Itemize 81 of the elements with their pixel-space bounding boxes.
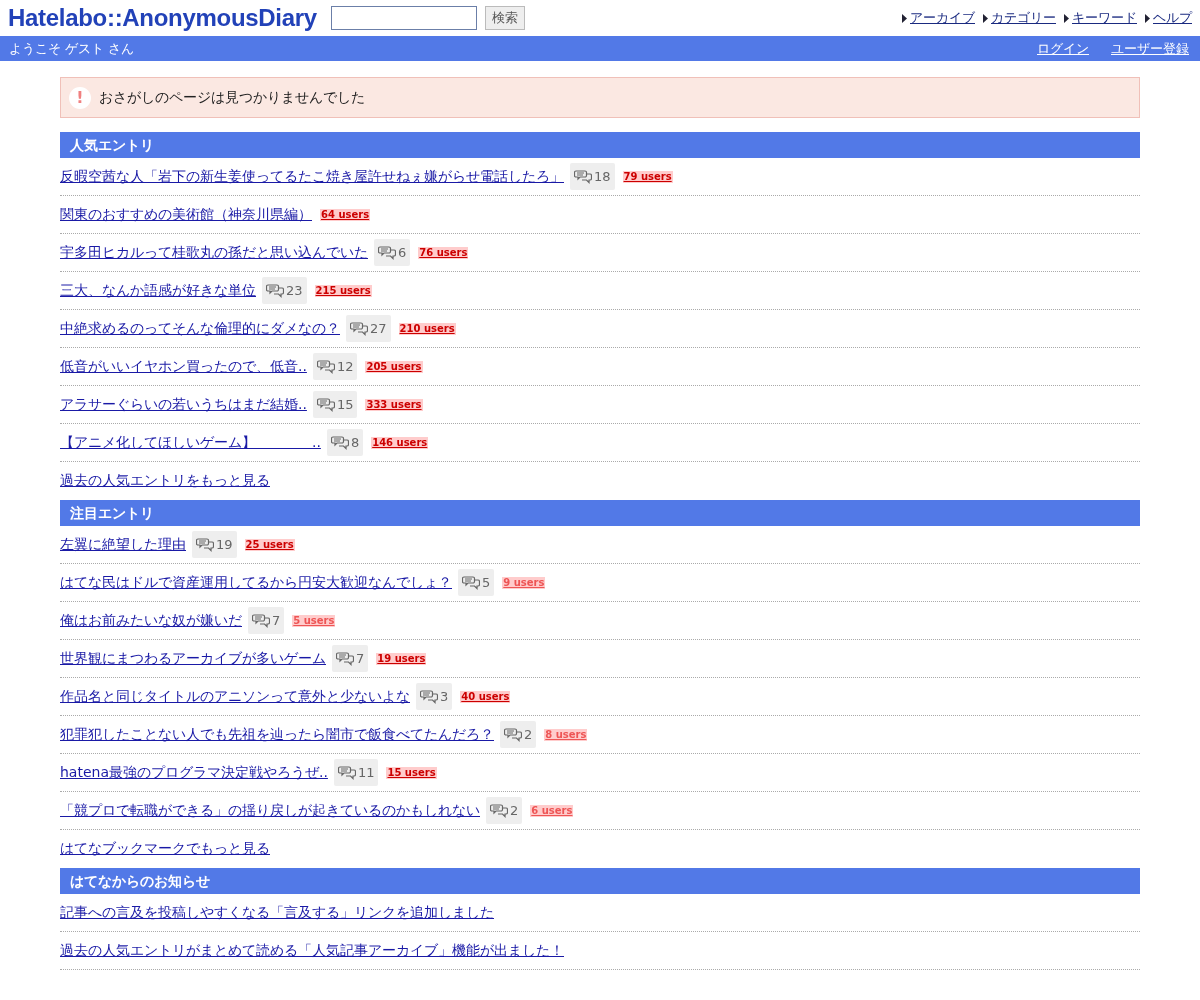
comment-count[interactable]: 2 (486, 796, 523, 825)
more-link[interactable]: はてなブックマークでもっと見る (60, 837, 270, 859)
entry-link[interactable]: 作品名と同じタイトルのアニソンって意外と少ないよな (60, 686, 410, 707)
bookmark-users-count[interactable]: 215 users (314, 284, 372, 297)
entry-link[interactable]: 三大、なんか語感が好きな単位 (60, 280, 256, 301)
chevron-icon (1145, 13, 1151, 23)
alert-message: おさがしのページは見つかりませんでした (99, 88, 365, 107)
bookmark-users-count[interactable]: 15 users (386, 766, 437, 779)
comment-count[interactable]: 2 (500, 720, 537, 749)
comment-count[interactable]: 8 (326, 428, 364, 457)
speech-bubbles-icon (504, 727, 522, 742)
section-header: 注目エントリ (60, 500, 1140, 526)
exclamation-icon: ! (69, 86, 91, 109)
entry-link[interactable]: 俺はお前みたいな奴が嫌いだ (60, 610, 242, 631)
entry-link[interactable]: 記事への言及を投稿しやすくなる「言及する」リンクを追加しました (60, 902, 494, 923)
more-link[interactable]: 過去の人気エントリをもっと見る (60, 469, 270, 491)
speech-bubbles-icon (316, 359, 335, 374)
account-link[interactable]: ユーザー登録 (1111, 38, 1189, 59)
chevron-icon (902, 13, 908, 23)
speech-bubbles-icon (420, 689, 438, 704)
entry-link[interactable]: 「競プロで転職ができる」の揺り戻しが起きているのかもしれない (60, 800, 480, 821)
comment-count[interactable]: 27 (346, 314, 391, 343)
comment-count[interactable]: 5 (458, 568, 495, 597)
bookmark-users-count[interactable]: 64 users (320, 208, 371, 221)
bookmark-users-count[interactable]: 40 users (460, 690, 511, 703)
bookmark-users-count[interactable]: 146 users (371, 436, 429, 449)
comment-count[interactable]: 7 (248, 606, 285, 635)
speech-bubbles-icon (337, 765, 356, 780)
speech-bubbles-icon (350, 321, 368, 336)
section-header: はてなからのお知らせ (60, 868, 1140, 894)
entry-link[interactable]: 左翼に絶望した理由 (60, 534, 186, 555)
comment-count[interactable]: 23 (262, 276, 307, 305)
account-link[interactable]: ログイン (1037, 38, 1089, 59)
bookmark-users-count[interactable]: 205 users (365, 360, 423, 373)
speech-bubbles-icon (316, 397, 335, 412)
speech-bubbles-icon (378, 245, 396, 260)
comment-count[interactable]: 12 (312, 352, 358, 381)
nav-link[interactable]: キーワード (1072, 8, 1137, 28)
chevron-icon (983, 13, 989, 23)
entry-link[interactable]: 【アニメ化してほしいゲーム】 .. (60, 432, 321, 453)
section-header: 人気エントリ (60, 132, 1140, 158)
bookmark-users-count[interactable]: 25 users (244, 538, 295, 551)
site-logo[interactable]: Hatelabo::AnonymousDiary (8, 0, 317, 36)
entry-link[interactable]: hatena最強のプログラマ決定戦やろうぜ.. (60, 762, 328, 783)
nav-link[interactable]: アーカイブ (910, 8, 975, 28)
nav-link[interactable]: カテゴリー (991, 8, 1056, 28)
bookmark-users-count[interactable]: 210 users (398, 322, 456, 335)
entry-link[interactable]: 中絶求めるのってそんな倫理的にダメなの？ (60, 318, 340, 339)
entry-link[interactable]: 反暇空茜な人「岩下の新生姜使ってるたこ焼き屋許せねぇ嫌がらせ電話したろ」 (60, 166, 564, 187)
entry-link[interactable]: 関東のおすすめの美術館（神奈川県編） (60, 204, 312, 225)
comment-count[interactable]: 15 (312, 390, 358, 419)
comment-count[interactable]: 11 (333, 758, 379, 787)
chevron-icon (1064, 13, 1070, 23)
speech-bubbles-icon (266, 283, 284, 298)
entry-link[interactable]: 犯罪犯したことない人でも先祖を辿ったら闇市で飯食べてたんだろ？ (60, 724, 494, 745)
bookmark-users-count[interactable]: 79 users (622, 170, 673, 183)
bookmark-users-count[interactable]: 333 users (365, 398, 423, 411)
speech-bubbles-icon (196, 537, 214, 552)
entry-link[interactable]: アラサーぐらいの若いうちはまだ結婚.. (60, 394, 307, 415)
speech-bubbles-icon (330, 435, 349, 450)
speech-bubbles-icon (462, 575, 480, 590)
entry-link[interactable]: 低音がいいイヤホン買ったので、低音.. (60, 356, 307, 377)
nav-link[interactable]: ヘルプ (1153, 8, 1192, 28)
search-button[interactable]: 検索 (484, 6, 525, 30)
bookmark-users-count[interactable]: 19 users (376, 652, 427, 665)
comment-count[interactable]: 18 (570, 162, 615, 191)
entry-link[interactable]: 宇多田ヒカルって桂歌丸の孫だと思い込んでいた (60, 242, 368, 263)
comment-count[interactable]: 19 (192, 530, 237, 559)
bookmark-users-count[interactable]: 76 users (418, 246, 469, 259)
entry-link[interactable]: 世界観にまつわるアーカイブが多いゲーム (60, 648, 326, 669)
comment-count[interactable]: 6 (374, 238, 411, 267)
comment-count[interactable]: 3 (416, 682, 453, 711)
speech-bubbles-icon (490, 803, 508, 818)
welcome-text: ようこそ ゲスト さん (9, 39, 135, 58)
search-field[interactable] (330, 6, 477, 30)
speech-bubbles-icon (252, 613, 270, 628)
comment-count[interactable]: 7 (332, 644, 369, 673)
speech-bubbles-icon (336, 651, 354, 666)
entry-link[interactable]: 過去の人気エントリがまとめて読める「人気記事アーカイブ」機能が出ました！ (60, 940, 564, 961)
speech-bubbles-icon (574, 169, 592, 184)
entry-link[interactable]: はてな民はドルで資産運用してるから円安大歓迎なんでしょ？ (60, 572, 452, 593)
